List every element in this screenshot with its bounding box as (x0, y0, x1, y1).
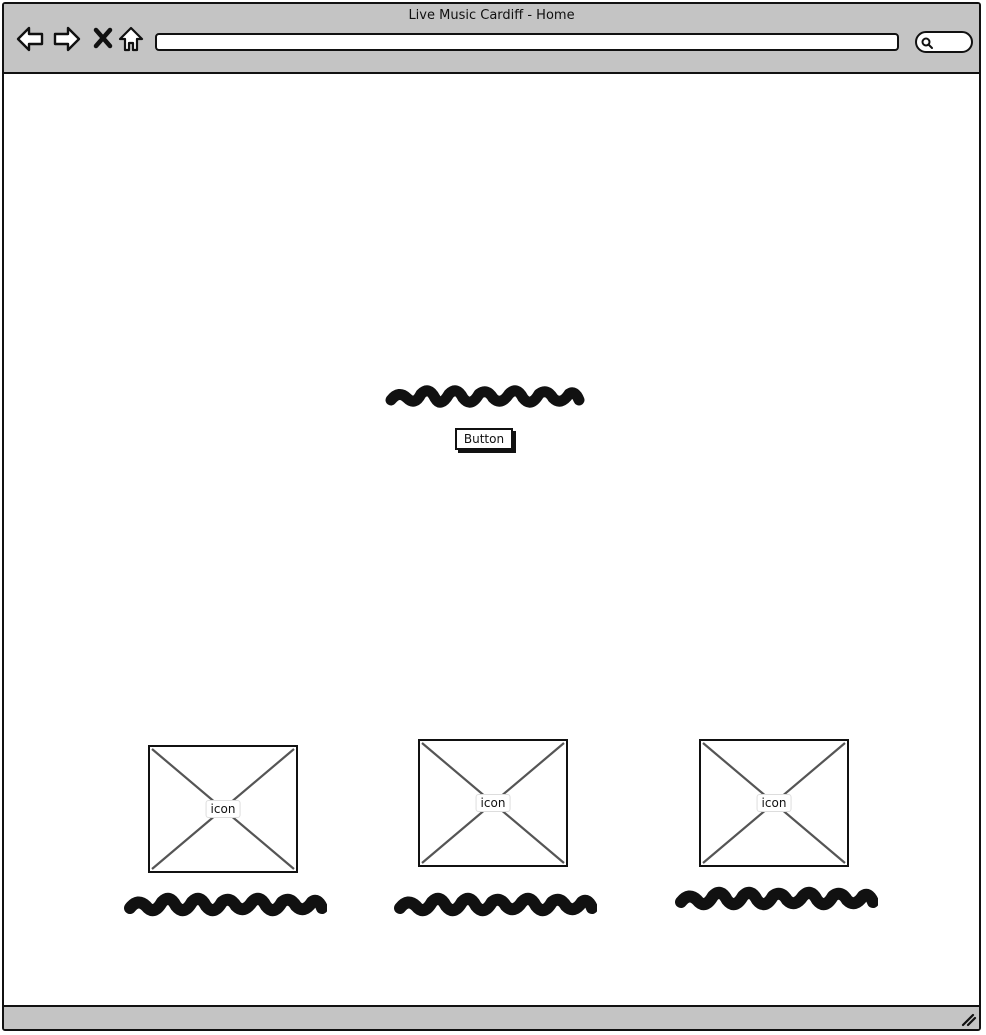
card-image-placeholder: icon (418, 739, 568, 867)
close-icon[interactable] (88, 24, 118, 54)
card-caption-placeholder (124, 892, 327, 917)
home-icon[interactable] (116, 24, 146, 54)
browser-toolbar: Live Music Cardiff - Home (4, 4, 979, 74)
card-image-placeholder: icon (699, 739, 849, 867)
resize-grip-icon[interactable] (959, 1009, 977, 1027)
card-icon-label: icon (475, 794, 511, 812)
forward-arrow-icon[interactable] (52, 24, 82, 54)
card-icon-label: icon (756, 794, 792, 812)
card-icon-label: icon (205, 800, 241, 818)
card-caption-placeholder (675, 886, 878, 911)
card-image-placeholder: icon (148, 745, 298, 873)
card-caption-placeholder (394, 892, 597, 917)
browser-window: Live Music Cardiff - Home Button icon ic… (2, 2, 981, 1031)
window-title: Live Music Cardiff - Home (408, 8, 575, 23)
search-input[interactable] (915, 31, 973, 53)
back-arrow-icon[interactable] (15, 24, 45, 54)
hero-button[interactable]: Button (455, 428, 513, 450)
search-icon (921, 37, 933, 49)
address-bar[interactable] (155, 33, 899, 51)
status-bar (4, 1005, 979, 1029)
hero-heading-placeholder (385, 385, 585, 408)
